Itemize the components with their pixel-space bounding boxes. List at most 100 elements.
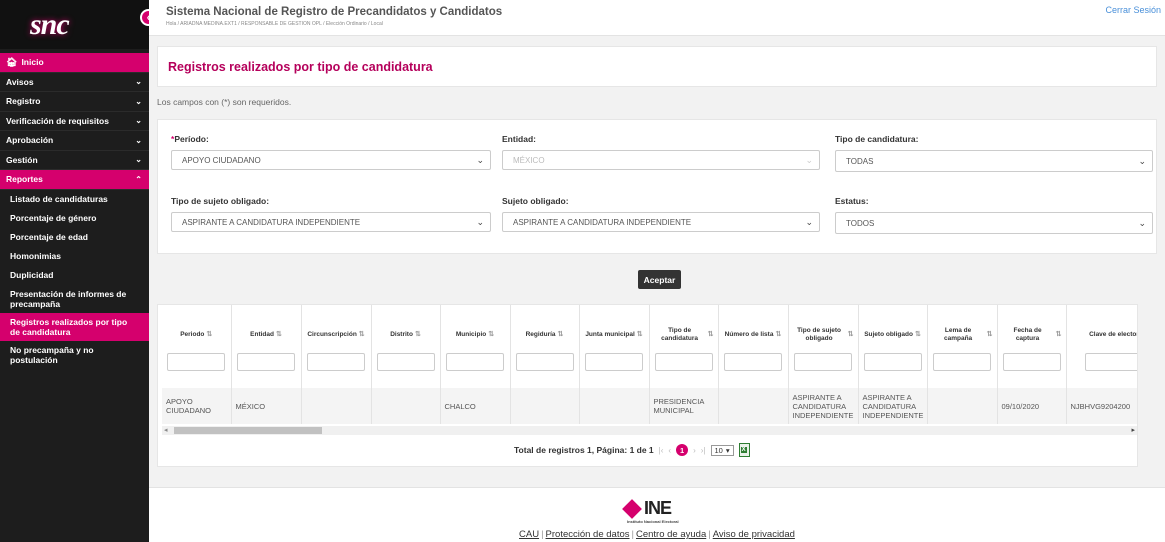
- tipo-candidatura-select[interactable]: TODAS ⌄: [835, 150, 1153, 172]
- page-title-card: Registros realizados por tipo de candida…: [157, 46, 1157, 87]
- footer-link-cau[interactable]: CAU: [519, 529, 539, 540]
- column-header[interactable]: Regiduría ⇅: [510, 305, 580, 386]
- submenu-item-genero[interactable]: Porcentaje de género: [0, 209, 149, 228]
- excel-export-icon[interactable]: [738, 443, 750, 457]
- entidad-field: Entidad: MÉXICO ⌄: [502, 134, 820, 170]
- periodo-label: Período:: [174, 134, 209, 144]
- column-filter-input[interactable]: [446, 353, 504, 371]
- accept-button[interactable]: Aceptar: [638, 270, 681, 289]
- page-size-select[interactable]: 10 ▾: [710, 444, 734, 456]
- tipo-sujeto-select[interactable]: ASPIRANTE A CANDIDATURA INDEPENDIENTE ⌄: [171, 212, 491, 232]
- horizontal-scrollbar[interactable]: ◂ ▸: [162, 426, 1137, 435]
- column-header[interactable]: Entidad ⇅: [231, 305, 302, 386]
- table-row[interactable]: APOYO CIUDADANO MÉXICO CHALCO PRESIDENCIA M…: [162, 388, 1137, 424]
- logout-link[interactable]: Cerrar Sesión: [1105, 5, 1161, 15]
- submenu-item-edad[interactable]: Porcentaje de edad: [0, 228, 149, 247]
- column-header-label: Periodo: [180, 331, 205, 338]
- column-filter-input[interactable]: [237, 353, 295, 371]
- next-page-icon[interactable]: ›: [693, 446, 696, 455]
- first-page-icon[interactable]: |‹: [659, 446, 664, 455]
- sidebar-item-avisos[interactable]: Avisos ⌄: [0, 73, 149, 92]
- last-page-icon[interactable]: ›|: [701, 446, 706, 455]
- sort-icon[interactable]: ⇅: [415, 331, 421, 339]
- home-icon: 🏠︎: [6, 56, 18, 67]
- column-header[interactable]: Circunscripción ⇅: [301, 305, 372, 386]
- estatus-select[interactable]: TODOS ⌄: [835, 212, 1153, 234]
- sidebar-item-registro[interactable]: Registro ⌄: [0, 92, 149, 112]
- column-header[interactable]: Junta municipal ⇅: [579, 305, 650, 386]
- footer-link-aviso-privacidad[interactable]: Aviso de privacidad: [713, 529, 795, 540]
- sidebar-item-reportes[interactable]: Reportes ⌃: [0, 170, 149, 190]
- sidebar-item-verificacion[interactable]: Verificación de requisitos ⌄: [0, 112, 149, 131]
- sort-icon[interactable]: ⇅: [1056, 331, 1062, 339]
- column-filter-input[interactable]: [863, 353, 922, 371]
- sidebar-item-inicio[interactable]: 🏠︎ Inicio: [0, 53, 149, 73]
- sort-icon[interactable]: ⇅: [708, 331, 714, 339]
- sidebar-item-aprobacion[interactable]: Aprobación ⌄: [0, 131, 149, 151]
- sort-icon[interactable]: ⇅: [775, 331, 781, 339]
- scroll-left-icon[interactable]: ◂: [164, 426, 168, 434]
- column-header[interactable]: Sujeto obligado ⇅: [858, 305, 928, 386]
- column-filter-input[interactable]: [167, 353, 226, 371]
- sort-icon[interactable]: ⇅: [848, 331, 854, 339]
- column-filter-input[interactable]: [724, 353, 782, 371]
- sort-icon[interactable]: ⇅: [987, 331, 993, 339]
- column-header[interactable]: Fecha de captura ⇅: [997, 305, 1067, 386]
- entidad-select[interactable]: MÉXICO ⌄: [502, 150, 820, 170]
- column-filter-input[interactable]: [376, 353, 435, 371]
- current-page-button[interactable]: 1: [676, 444, 689, 456]
- submenu-item-no-precampana[interactable]: No precampaña y no postulación: [0, 341, 149, 369]
- table-scroll-area[interactable]: Periodo ⇅ Entidad ⇅ Circunscripción ⇅ Distrito…: [162, 305, 1137, 424]
- column-header[interactable]: Periodo ⇅: [162, 305, 232, 386]
- column-header[interactable]: Clave de elector: [1066, 305, 1137, 386]
- footer-link-proteccion-datos[interactable]: Protección de datos: [546, 529, 630, 540]
- tipo-sujeto-label: Tipo de sujeto obligado:: [171, 196, 270, 206]
- column-filter-input[interactable]: [1085, 353, 1137, 371]
- chevron-up-icon: ⌃: [135, 174, 142, 184]
- scroll-right-icon[interactable]: ▸: [1131, 426, 1135, 434]
- prev-page-icon[interactable]: ‹: [668, 446, 671, 455]
- sort-icon[interactable]: ⇅: [488, 331, 494, 339]
- column-filter-input[interactable]: [933, 353, 991, 371]
- sujeto-select[interactable]: ASPIRANTE A CANDIDATURA INDEPENDIENTE ⌄: [502, 212, 820, 232]
- column-filter-input[interactable]: [794, 353, 852, 371]
- sort-icon[interactable]: ⇅: [276, 331, 282, 339]
- sort-icon[interactable]: ⇅: [915, 331, 921, 339]
- column-header[interactable]: Lema de campaña ⇅: [927, 305, 998, 386]
- scrollbar-thumb[interactable]: [174, 427, 322, 434]
- sort-icon[interactable]: ⇅: [558, 331, 564, 339]
- column-filter-input[interactable]: [307, 353, 365, 371]
- ine-logo-subtitle: Instituto Nacional Electoral: [627, 519, 679, 524]
- submenu-item-listado[interactable]: Listado de candidaturas: [0, 190, 149, 209]
- submenu-item-informes-precampana[interactable]: Presentación de informes de precampaña: [0, 285, 149, 313]
- chevron-down-icon: ⌄: [476, 154, 484, 165]
- periodo-select[interactable]: APOYO CIUDADANO ⌄: [171, 150, 491, 170]
- page-size-value: 10: [714, 445, 723, 455]
- app-header: Sistema Nacional de Registro de Precandi…: [149, 0, 1165, 36]
- sidebar-item-gestion[interactable]: Gestión ⌄: [0, 151, 149, 170]
- column-header[interactable]: Tipo de candidatura ⇅: [649, 305, 719, 386]
- sort-icon[interactable]: ⇅: [637, 331, 643, 339]
- footer: INE Instituto Nacional Electoral CAU | Pro…: [149, 487, 1165, 542]
- column-header[interactable]: Tipo de sujeto obligado ⇅: [788, 305, 859, 386]
- column-header[interactable]: Municipio ⇅: [440, 305, 511, 386]
- column-filter-input[interactable]: [515, 353, 574, 371]
- tipo-candidatura-label: Tipo de candidatura:: [835, 134, 919, 144]
- column-filter-input[interactable]: [654, 353, 713, 371]
- column-header-label: Lema de campaña: [943, 327, 973, 342]
- column-header[interactable]: Número de lista ⇅: [718, 305, 789, 386]
- column-header[interactable]: Distrito ⇅: [371, 305, 441, 386]
- sort-icon[interactable]: ⇅: [359, 331, 365, 339]
- submenu-item-homonimias[interactable]: Homonimias: [0, 247, 149, 266]
- sort-icon[interactable]: ⇅: [206, 331, 212, 339]
- column-filter-input[interactable]: [1002, 353, 1061, 371]
- periodo-field: *Período: APOYO CIUDADANO ⌄: [171, 134, 491, 170]
- column-header-label: Tipo de candidatura: [661, 327, 698, 342]
- submenu-item-registros-tipo-candidatura[interactable]: Registros realizados por tipo de candida…: [0, 312, 149, 341]
- column-filter-input[interactable]: [585, 353, 643, 371]
- snc-logo[interactable]: snc: [30, 8, 70, 42]
- submenu-item-duplicidad[interactable]: Duplicidad: [0, 266, 149, 285]
- sujeto-label: Sujeto obligado:: [502, 196, 569, 206]
- footer-link-centro-ayuda[interactable]: Centro de ayuda: [636, 529, 706, 540]
- chevron-down-icon: ⌄: [1138, 217, 1146, 228]
